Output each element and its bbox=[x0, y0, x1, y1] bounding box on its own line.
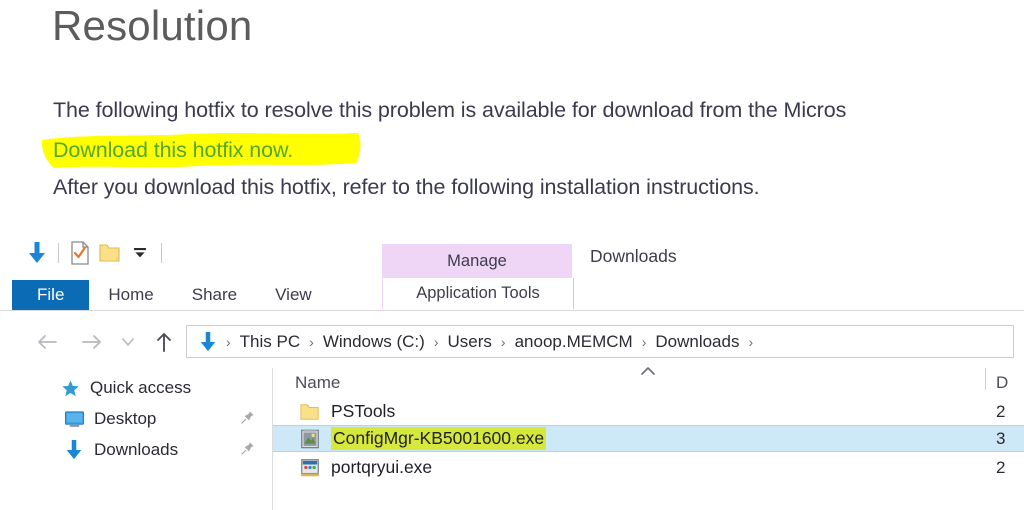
folder-icon bbox=[299, 401, 321, 423]
column-divider[interactable] bbox=[985, 368, 986, 390]
properties-icon[interactable] bbox=[65, 238, 95, 268]
paragraph-installation-instructions: After you download this hotfix, refer to… bbox=[53, 175, 760, 199]
back-button[interactable] bbox=[33, 327, 61, 357]
ribbon-tab-bar: File Home Share View bbox=[12, 280, 331, 310]
sidebar-item-label: Desktop bbox=[94, 409, 157, 428]
article-content: Resolution The following hotfix to resol… bbox=[0, 0, 1024, 228]
breadcrumb-separator: › bbox=[433, 333, 439, 350]
new-folder-icon[interactable] bbox=[95, 238, 125, 268]
breadcrumb-downloads[interactable]: Downloads bbox=[651, 332, 743, 352]
file-name: PSTools bbox=[331, 401, 396, 421]
file-date-modified: 2 bbox=[996, 457, 1006, 477]
toolbar-separator-2 bbox=[161, 243, 162, 263]
table-row[interactable]: PSTools 2 bbox=[273, 398, 1024, 425]
column-header-row: Name D bbox=[273, 367, 1024, 398]
file-name: portqryui.exe bbox=[331, 457, 433, 477]
pin-icon-downloads[interactable] bbox=[240, 441, 255, 459]
breadcrumb-this-pc[interactable]: This PC bbox=[236, 332, 304, 352]
breadcrumb-separator: › bbox=[309, 333, 314, 350]
breadcrumb-windows-c[interactable]: Windows (C:) bbox=[319, 332, 429, 352]
page-title: Resolution bbox=[52, 2, 253, 49]
file-explorer-window: Manage Application Tools Downloads File … bbox=[0, 228, 1024, 510]
tab-view[interactable]: View bbox=[256, 280, 331, 310]
recent-locations-button[interactable] bbox=[118, 327, 138, 357]
download-arrow-icon bbox=[62, 439, 86, 461]
breadcrumb-separator: › bbox=[641, 333, 647, 350]
sidebar-item-quick-access[interactable]: Quick access bbox=[58, 374, 191, 402]
forward-button[interactable] bbox=[78, 327, 106, 357]
application-exe-icon bbox=[299, 457, 321, 479]
sidebar-item-desktop[interactable]: Desktop bbox=[62, 405, 156, 433]
toolbar-separator-1 bbox=[58, 243, 59, 263]
breadcrumb-separator: › bbox=[500, 333, 506, 350]
file-date-modified: 2 bbox=[996, 401, 1006, 421]
file-list: PSTools 2 ConfigMgr-KB5001600.exe 3 port… bbox=[273, 398, 1024, 510]
tab-application-tools[interactable]: Application Tools bbox=[382, 278, 574, 309]
contextual-ribbon-group: Manage Application Tools bbox=[382, 244, 574, 310]
sidebar-item-label: Quick access bbox=[90, 378, 192, 397]
table-row[interactable]: ConfigMgr-KB5001600.exe 3 bbox=[273, 425, 1024, 452]
customize-qat-icon[interactable] bbox=[125, 238, 155, 268]
pin-icon-desktop[interactable] bbox=[240, 410, 255, 428]
up-button[interactable] bbox=[150, 327, 178, 357]
tab-file[interactable]: File bbox=[12, 280, 90, 310]
file-date-modified: 3 bbox=[996, 428, 1006, 448]
tab-share[interactable]: Share bbox=[173, 280, 256, 310]
column-header-date-modified[interactable]: D bbox=[996, 373, 1008, 393]
breadcrumb-users[interactable]: Users bbox=[444, 332, 496, 352]
address-bar-row: › This PC › Windows (C:) › Users › anoop… bbox=[0, 321, 1024, 363]
sort-ascending-icon bbox=[639, 364, 657, 381]
breadcrumb-separator: › bbox=[226, 333, 231, 350]
address-bar[interactable]: › This PC › Windows (C:) › Users › anoop… bbox=[186, 325, 1014, 358]
ribbon-divider bbox=[0, 310, 1024, 311]
table-row[interactable]: portqryui.exe 2 bbox=[273, 454, 1024, 481]
downloads-icon[interactable] bbox=[22, 238, 52, 268]
paragraph-download-availability: The following hotfix to resolve this pro… bbox=[53, 98, 847, 122]
download-hotfix-link[interactable]: Download this hotfix now. bbox=[53, 138, 293, 163]
sidebar-item-downloads[interactable]: Downloads bbox=[62, 436, 178, 464]
address-location-icon bbox=[193, 331, 221, 353]
contextual-group-title: Manage bbox=[382, 244, 572, 278]
monitor-icon bbox=[62, 410, 86, 428]
file-name: ConfigMgr-KB5001600.exe bbox=[331, 427, 547, 450]
breadcrumb-separator: › bbox=[748, 333, 754, 350]
hotfix-link-container: Download this hotfix now. bbox=[40, 130, 370, 170]
star-icon bbox=[58, 379, 82, 398]
quick-access-toolbar bbox=[22, 236, 168, 270]
installer-exe-icon bbox=[299, 428, 321, 450]
tab-home[interactable]: Home bbox=[89, 280, 172, 310]
breadcrumb-anoop-memcm[interactable]: anoop.MEMCM bbox=[511, 332, 637, 352]
column-header-name[interactable]: Name bbox=[295, 373, 340, 393]
window-title: Downloads bbox=[590, 246, 677, 266]
navigation-pane: Quick access Desktop Downloads bbox=[0, 368, 272, 510]
sidebar-item-label: Downloads bbox=[94, 440, 179, 459]
